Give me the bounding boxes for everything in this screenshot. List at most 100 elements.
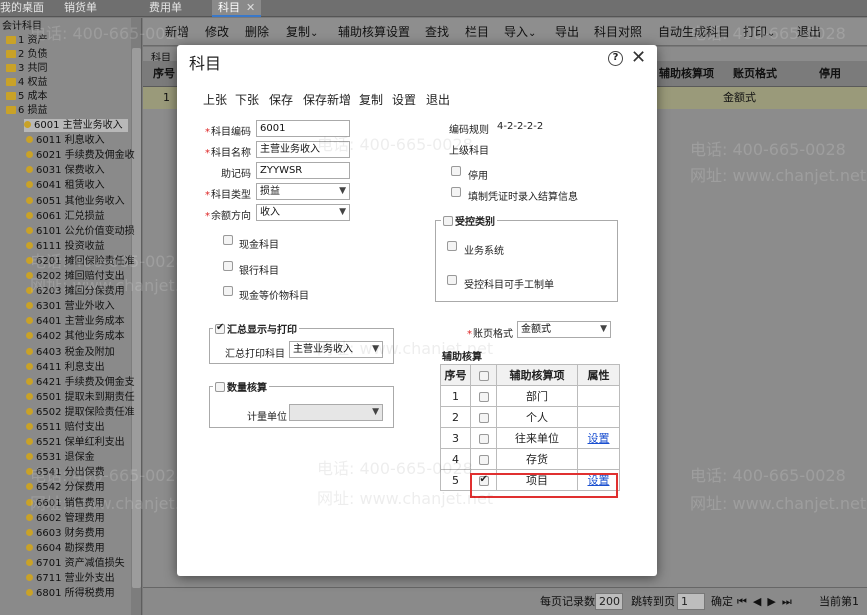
subject-type-select[interactable]: 损益 ▼: [256, 183, 350, 200]
aux-row-checkbox[interactable]: [478, 433, 489, 444]
subject-code-input[interactable]: 6001: [256, 120, 350, 137]
toolbar-button[interactable]: 导出: [555, 18, 579, 46]
summary-print-subject-select[interactable]: 主营业务收入 ▼: [289, 341, 383, 358]
tree-item[interactable]: 6111 投资收益: [26, 240, 105, 253]
tree-folder[interactable]: 1 资产: [6, 34, 48, 47]
tree-item[interactable]: 6021 手续费及佣金收: [26, 149, 135, 162]
tree-folder[interactable]: 2 负债: [6, 48, 48, 61]
table-row[interactable]: 3 往来单位 设置: [440, 427, 620, 449]
dialog-toolbar-button[interactable]: 退出: [426, 91, 450, 108]
toolbar-button[interactable]: 查找: [425, 18, 449, 46]
dialog-toolbar-button[interactable]: 下张: [235, 91, 259, 108]
tree-item[interactable]: 6301 营业外收入: [26, 300, 115, 313]
tree-item[interactable]: 6202 摊回赔付支出: [26, 270, 125, 283]
tree-folder[interactable]: 6 损益: [6, 104, 48, 117]
manual-voucher-checkbox[interactable]: [447, 275, 457, 285]
unit-select[interactable]: ▼: [289, 404, 383, 421]
toolbar-button[interactable]: 修改: [205, 18, 229, 46]
tab-desktop[interactable]: 我的桌面: [0, 0, 44, 17]
tree-item[interactable]: 6101 公允价值变动损: [26, 225, 135, 238]
tree-item[interactable]: 6403 税金及附加: [26, 346, 115, 359]
tree-item[interactable]: 6051 其他业务收入: [26, 195, 125, 208]
toolbar-button[interactable]: 删除: [245, 18, 269, 46]
toolbar-button[interactable]: 导入⌄: [504, 18, 536, 46]
aux-settings-link[interactable]: 设置: [588, 432, 610, 445]
toolbar-button[interactable]: 自动生成科目: [658, 18, 730, 46]
tree-item[interactable]: 6201 摊回保险责任准: [26, 255, 135, 268]
bank-subject-checkbox[interactable]: [223, 261, 233, 271]
cash-equivalent-checkbox[interactable]: [223, 286, 233, 296]
tree-item[interactable]: 6411 利息支出: [26, 361, 105, 374]
tree-item[interactable]: 6501 提取未到期责任: [26, 391, 135, 404]
tree-item[interactable]: 6701 资产减值损失: [26, 557, 125, 570]
aux-row-checkbox[interactable]: [478, 454, 489, 465]
tree-folder[interactable]: 5 成本: [6, 90, 48, 103]
mnemonic-input[interactable]: ZYYWSR: [256, 162, 350, 179]
tree-item[interactable]: 6602 管理费用: [26, 512, 105, 525]
table-row[interactable]: 1 部门: [440, 385, 620, 407]
tree-item[interactable]: 6011 利息收入: [26, 134, 105, 147]
dialog-toolbar-button[interactable]: 设置: [392, 91, 416, 108]
jump-page-input[interactable]: 1: [677, 593, 705, 610]
tree-item[interactable]: 6031 保费收入: [26, 164, 105, 177]
toolbar-button[interactable]: 复制⌄: [286, 18, 318, 46]
tree-item[interactable]: 6421 手续费及佣金支: [26, 376, 135, 389]
cash-subject-checkbox[interactable]: [223, 235, 233, 245]
page-format-select[interactable]: 金额式 ▼: [517, 321, 611, 338]
tab-sales-order[interactable]: 销货单: [64, 0, 97, 17]
quantity-checkbox[interactable]: [215, 382, 225, 392]
dialog-toolbar-button[interactable]: 保存: [269, 91, 293, 108]
dialog-toolbar-button[interactable]: 复制: [359, 91, 383, 108]
page-nav-icons[interactable]: ⏮◀▶⏭: [737, 588, 798, 615]
controlled-category-checkbox[interactable]: [443, 216, 453, 226]
tree-item[interactable]: 6203 摊回分保费用: [26, 285, 125, 298]
disable-checkbox[interactable]: [451, 166, 461, 176]
settlement-info-checkbox[interactable]: [451, 187, 461, 197]
aux-row-checkbox[interactable]: [478, 391, 489, 402]
toolbar-button[interactable]: 打印⌄: [743, 18, 775, 46]
tree-item[interactable]: 6542 分保费用: [26, 481, 105, 494]
tree-scrollbar[interactable]: [131, 18, 141, 615]
per-page-input[interactable]: 200: [595, 593, 623, 610]
scrollbar-thumb[interactable]: [132, 48, 141, 588]
tree-item[interactable]: 6511 赔付支出: [26, 421, 105, 434]
aux-row-checkbox[interactable]: [478, 412, 489, 423]
balance-direction-select[interactable]: 收入 ▼: [256, 204, 350, 221]
tab-subject[interactable]: 科目 ✕: [212, 0, 262, 17]
tree-item[interactable]: 6603 财务费用: [26, 527, 105, 540]
subject-name-input[interactable]: 主营业务收入: [256, 141, 350, 158]
close-icon[interactable]: ✕: [631, 47, 646, 68]
close-icon[interactable]: ✕: [246, 1, 255, 14]
dialog-toolbar-button[interactable]: 保存新增: [303, 91, 351, 108]
tree-item[interactable]: 6541 分出保费: [26, 466, 105, 479]
toolbar-button[interactable]: 辅助核算设置: [338, 18, 410, 46]
tree-item[interactable]: 6502 提取保险责任准: [26, 406, 135, 419]
confirm-button[interactable]: 确定: [711, 588, 733, 615]
toolbar-button[interactable]: 退出: [797, 18, 821, 46]
tree-item[interactable]: 6521 保单红利支出: [26, 436, 125, 449]
tree-folder[interactable]: 4 权益: [6, 76, 48, 89]
tree-item[interactable]: 6601 销售费用: [26, 497, 105, 510]
tree-item[interactable]: 6801 所得税费用: [26, 587, 115, 600]
dialog-toolbar-button[interactable]: 上张: [203, 91, 227, 108]
select-all-checkbox[interactable]: [478, 370, 489, 381]
tree-root[interactable]: 会计科目: [2, 20, 42, 33]
help-icon[interactable]: ?: [608, 51, 623, 66]
summary-print-checkbox[interactable]: [215, 322, 225, 334]
tab-expense[interactable]: 费用单: [149, 0, 182, 17]
tree-item[interactable]: 6401 主营业务成本: [26, 315, 125, 328]
table-row[interactable]: 2 个人: [440, 406, 620, 428]
tree-item[interactable]: 6402 其他业务成本: [26, 330, 125, 343]
toolbar-button[interactable]: 科目对照: [594, 18, 642, 46]
tree-item[interactable]: 6604 勘探费用: [26, 542, 105, 555]
tree-item[interactable]: 6531 退保金: [26, 451, 95, 464]
tree-item[interactable]: 6001 主营业务收入: [24, 119, 128, 132]
table-row[interactable]: 4 存货: [440, 448, 620, 470]
toolbar-button[interactable]: 新增: [165, 18, 189, 46]
tree-folder[interactable]: 3 共同: [6, 62, 48, 75]
business-system-checkbox[interactable]: [447, 241, 457, 251]
tree-item[interactable]: 6061 汇兑损益: [26, 210, 105, 223]
tree-item[interactable]: 6711 营业外支出: [26, 572, 115, 585]
tree-item[interactable]: 6041 租赁收入: [26, 179, 105, 192]
toolbar-button[interactable]: 栏目: [465, 18, 489, 46]
